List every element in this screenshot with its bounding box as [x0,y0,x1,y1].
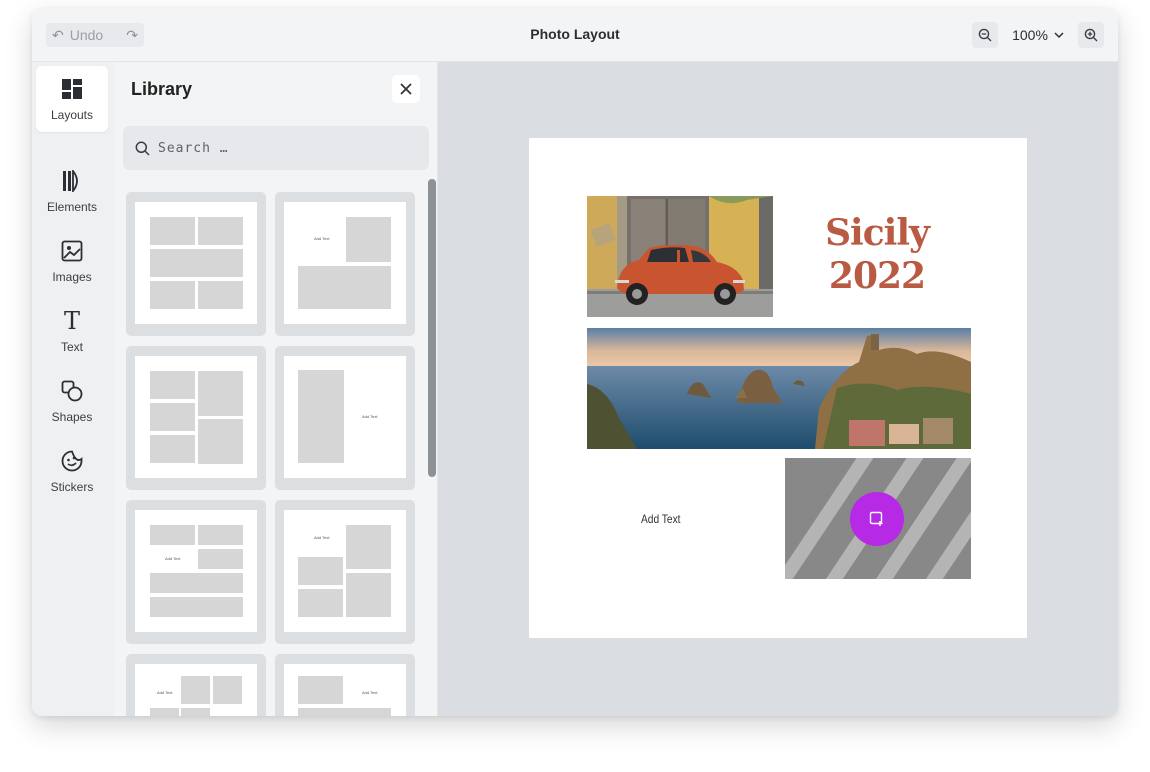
library-title: Library [131,79,193,99]
zoom-out-button[interactable] [972,22,998,48]
canvas-area: Sicily 2022 Add Text [438,62,1118,716]
zoom-select[interactable]: 100% [1000,22,1076,48]
canvas-heading[interactable]: Sicily 2022 [777,212,977,298]
chevron-down-icon [1054,28,1064,42]
layouts-icon [61,76,83,102]
search-placeholder: Search … [158,140,229,156]
thumb-text: Add Text [362,690,378,695]
search-icon [135,141,150,156]
rail-label: Stickers [50,480,94,494]
page-title: Photo Layout [530,26,620,42]
zoom-in-button[interactable] [1078,22,1104,48]
tool-rail: Layouts Elements Images T Text Shapes St… [32,62,114,716]
zoom-out-icon [978,28,992,42]
layout-thumbnail[interactable]: Add Text [126,500,266,644]
layout-thumbnail[interactable]: Add Text [275,654,415,716]
thumb-text: Add Text [362,414,378,419]
layout-page[interactable]: Sicily 2022 Add Text [529,138,1027,638]
close-icon [400,83,412,95]
rail-label: Elements [46,200,98,214]
add-image-icon [869,511,883,526]
coast-photo[interactable] [587,328,971,449]
rail-item-elements[interactable]: Elements [36,158,108,224]
photo-placeholder[interactable] [785,458,971,579]
text-icon: T [63,307,80,335]
rail-label: Shapes [51,410,93,424]
layout-thumbnail[interactable]: Add Text [126,654,266,716]
rail-item-shapes[interactable]: Shapes [36,368,108,434]
image-icon [61,238,83,264]
shapes-icon [61,378,83,404]
rail-item-stickers[interactable]: Stickers [36,438,108,504]
zoom-in-icon [1084,28,1098,42]
add-text-placeholder[interactable]: Add Text [641,512,681,526]
search-input[interactable]: Search … [123,126,429,170]
elements-icon [62,168,82,194]
add-photo-button[interactable] [850,492,904,546]
thumb-text: Add Text [314,535,330,540]
thumb-text: Add Text [157,690,173,695]
rail-label: Text [60,340,83,354]
rail-item-text[interactable]: T Text [36,298,108,364]
app-window: ↶ Undo ↷ Photo Layout 100% Layouts Eleme… [32,8,1118,716]
rail-label: Layouts [50,108,94,122]
layout-thumbnail[interactable]: Add Text [275,500,415,644]
layout-thumbnail[interactable]: Add Text [275,346,415,490]
heading-line-2: 2022 [828,255,926,297]
car-photo[interactable] [587,196,773,317]
library-panel: Library Search … Add Text Add Text Add T… [114,62,438,716]
sticker-icon [61,448,83,474]
rail-item-layouts[interactable]: Layouts [36,66,108,132]
zoom-value: 100% [1012,27,1048,43]
layout-thumbnail[interactable] [126,192,266,336]
thumb-text: Add Text [314,236,330,241]
layout-thumbnail[interactable] [126,346,266,490]
layout-thumbnail[interactable]: Add Text [275,192,415,336]
close-button[interactable] [392,75,420,103]
zoom-controls: 100% [972,22,1104,48]
rail-label: Images [52,270,92,284]
thumb-text: Add Text [165,556,181,561]
heading-line-1: Sicily [825,212,930,254]
rail-item-images[interactable]: Images [36,228,108,294]
top-bar: ↶ Undo ↷ Photo Layout 100% [32,8,1118,62]
library-scrollbar[interactable] [428,179,436,477]
